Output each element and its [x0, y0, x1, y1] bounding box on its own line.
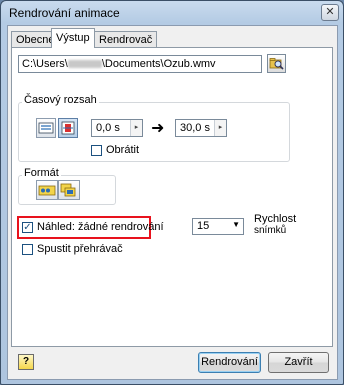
- window-title: Rendrování animace: [9, 6, 120, 20]
- path-suffix: \Documents\Ozub.wmv: [101, 58, 216, 70]
- frame-rate-value: 15: [197, 220, 210, 232]
- format-video-button[interactable]: [36, 180, 58, 200]
- format-image-sequence-button[interactable]: [58, 180, 80, 200]
- range-arrow-icon: ➜: [151, 120, 165, 137]
- preview-no-render-checkbox[interactable]: ✓: [22, 222, 33, 233]
- render-button-label: Rendrování: [201, 356, 258, 368]
- close-button[interactable]: Zavřít: [268, 352, 329, 373]
- frame-rate-dropdown[interactable]: 15 ▼: [192, 218, 244, 235]
- reverse-checkbox[interactable]: [91, 145, 102, 156]
- preview-no-render-label: Náhled: žádné rendrování: [37, 221, 164, 233]
- tab-output[interactable]: Výstup: [51, 28, 95, 48]
- dialog-client-area: Obecné Výstup Rendrovač C:\Users\ \Docume…: [7, 25, 338, 380]
- render-animation-dialog: Rendrování animace ✕ Obecné Výstup Rendr…: [0, 0, 344, 385]
- tab-output-label: Výstup: [56, 32, 90, 44]
- tab-renderer-label: Rendrovač: [99, 34, 153, 46]
- end-time-spin-arrow-icon[interactable]: ▸: [214, 120, 226, 136]
- close-button-label: Zavřít: [284, 356, 313, 368]
- help-icon: ?: [22, 356, 30, 367]
- timeline-full-icon: [38, 122, 54, 134]
- format-label: Formát: [22, 167, 61, 179]
- output-path-field[interactable]: C:\Users\ \Documents\Ozub.wmv: [18, 55, 262, 73]
- launch-player-checkbox[interactable]: [22, 244, 33, 255]
- output-tab-panel: C:\Users\ \Documents\Ozub.wmv Časový rozs…: [11, 47, 333, 347]
- timeline-custom-icon: [61, 121, 75, 135]
- tab-renderer[interactable]: Rendrovač: [94, 31, 158, 47]
- frame-rate-label-line1: Rychlost: [254, 213, 297, 225]
- close-window-button[interactable]: ✕: [321, 4, 339, 21]
- custom-range-button[interactable]: [58, 118, 78, 138]
- start-time-spinner[interactable]: 0,0 s ▸: [91, 119, 143, 137]
- close-icon: ✕: [325, 6, 335, 18]
- chevron-down-icon: ▼: [232, 220, 240, 229]
- time-range-label: Časový rozsah: [22, 94, 99, 106]
- start-time-spin-arrow-icon[interactable]: ▸: [130, 120, 142, 136]
- reverse-label: Obrátit: [106, 144, 140, 156]
- browse-button[interactable]: [267, 54, 286, 73]
- help-button[interactable]: ?: [18, 354, 34, 370]
- start-time-value: 0,0 s: [96, 122, 120, 134]
- tab-general-label: Obecné: [16, 34, 55, 46]
- full-range-button[interactable]: [36, 118, 56, 138]
- image-sequence-icon: [60, 183, 76, 197]
- title-bar[interactable]: Rendrování animace ✕: [1, 1, 343, 25]
- end-time-spinner[interactable]: 30,0 s ▸: [175, 119, 227, 137]
- path-prefix: C:\Users\: [22, 58, 68, 70]
- end-time-value: 30,0 s: [180, 122, 210, 134]
- redacted-username: [67, 60, 102, 69]
- folder-search-icon: [269, 58, 284, 70]
- checkmark-icon: ✓: [23, 222, 32, 233]
- launch-player-label: Spustit přehrávač: [37, 243, 123, 255]
- render-button[interactable]: Rendrování: [198, 352, 261, 373]
- video-format-icon: [38, 185, 56, 196]
- frame-rate-label-line2: snímků: [254, 225, 287, 236]
